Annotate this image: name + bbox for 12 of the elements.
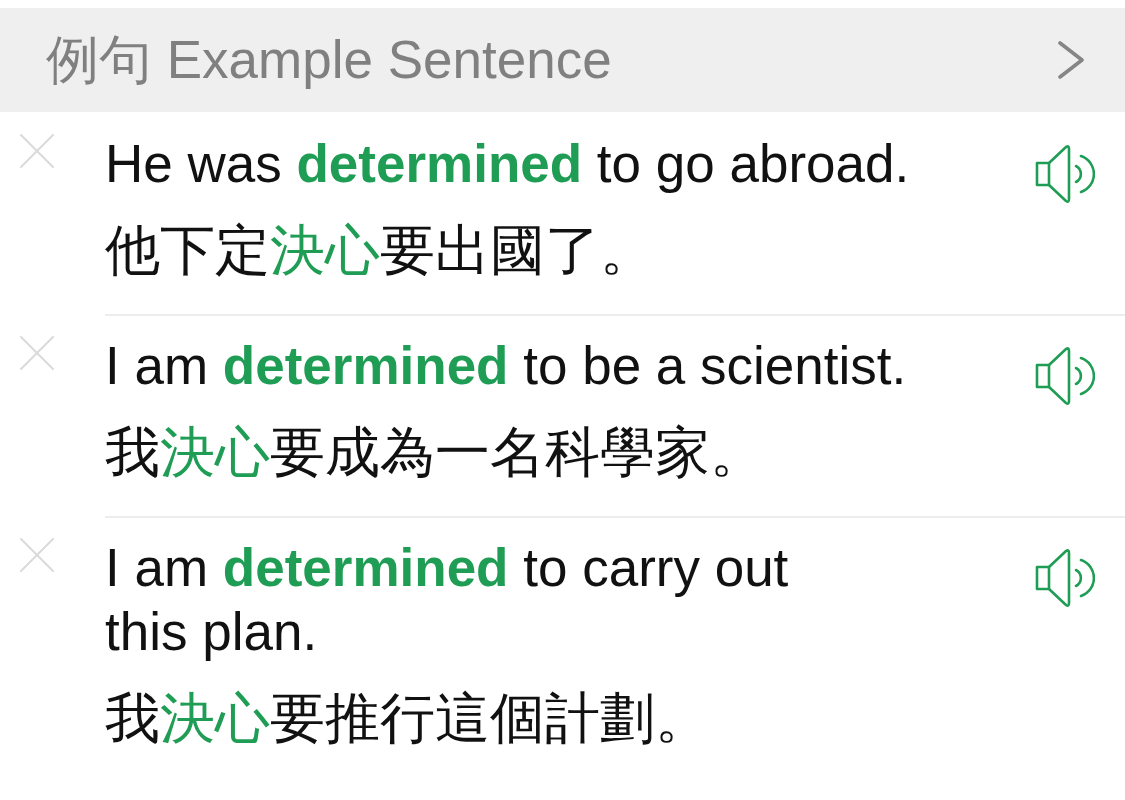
section-header[interactable]: 例句 Example Sentence xyxy=(0,8,1125,112)
speaker-icon[interactable] xyxy=(1035,144,1095,204)
section-title: 例句 Example Sentence xyxy=(46,29,612,92)
english-sentence: I am determined to carry out this plan. xyxy=(105,537,790,663)
chevron-right-icon xyxy=(1057,41,1085,79)
chinese-translation: 我決心要成為一名科學家。 xyxy=(105,420,766,484)
english-sentence: He was determined to go abroad. xyxy=(105,133,911,195)
speaker-icon[interactable] xyxy=(1035,548,1095,608)
english-sentence: I am determined to be a scientist. xyxy=(105,335,908,397)
chinese-translation: 我決心要推行這個計劃。 xyxy=(105,686,711,750)
chinese-translation: 他下定決心要出國了。 xyxy=(105,218,656,282)
speaker-icon[interactable] xyxy=(1035,346,1095,406)
